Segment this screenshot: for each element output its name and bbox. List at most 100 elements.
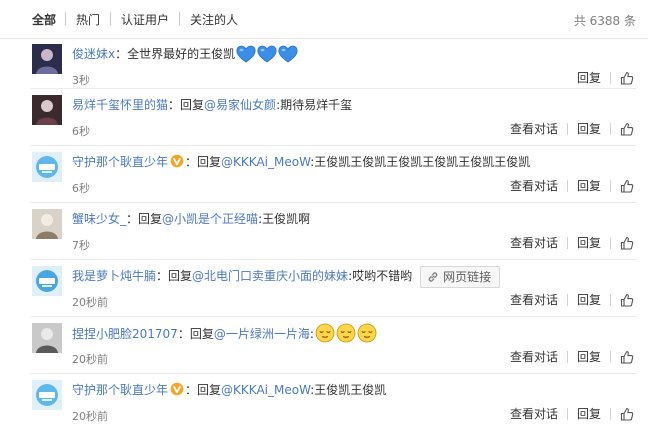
comment-text: 捏捏小肥脸201707：回复@一片绿洲一片海: xyxy=(72,323,377,343)
reply-button[interactable]: 回复 xyxy=(577,69,601,86)
avatar[interactable] xyxy=(32,44,62,74)
like-icon xyxy=(620,71,634,85)
tab-verified-users[interactable]: 认证用户 xyxy=(121,11,169,28)
colon: ： xyxy=(156,269,169,283)
reply-button[interactable]: 回复 xyxy=(577,405,601,422)
verified-badge-icon xyxy=(170,154,184,168)
view-conversation-button[interactable]: 查看对话 xyxy=(510,177,558,194)
comment-body: :哎哟不错哟 xyxy=(348,269,413,283)
avatar[interactable] xyxy=(32,209,62,239)
reply-button[interactable]: 回复 xyxy=(577,291,601,308)
mention-link[interactable]: @小凯是个正经喵 xyxy=(162,212,258,226)
blue-heart-icon xyxy=(257,45,277,63)
timestamp: 20秒前 xyxy=(72,410,108,423)
comment-body: : xyxy=(309,327,314,341)
action-divider xyxy=(610,407,611,420)
comment-text: 蟹味少女_：回复@小凯是个正经喵:王俊凯啊 xyxy=(72,209,310,229)
mention-link[interactable]: @北电门口卖重庆小面的妹妹 xyxy=(192,269,348,283)
like-button[interactable] xyxy=(620,178,634,193)
reply-button[interactable]: 回复 xyxy=(577,234,601,251)
username-link[interactable]: 守护那个耿直少年 xyxy=(72,383,168,397)
comment-body: 全世界最好的王俊凯 xyxy=(127,47,236,61)
comment-actions: 查看对话 回复 xyxy=(510,120,634,138)
action-divider xyxy=(566,236,568,249)
tab-divider xyxy=(110,12,111,25)
mention-link[interactable]: @易家仙女颜 xyxy=(204,98,276,112)
comment-actions: 查看对话 回复 xyxy=(510,234,634,252)
view-conversation-button[interactable]: 查看对话 xyxy=(510,120,558,137)
action-divider xyxy=(610,179,611,192)
avatar xyxy=(32,95,62,125)
comment-text: 我是萝卜炖牛腩：回复@北电门口卖重庆小面的妹妹:哎哟不错哟 网页链接 xyxy=(72,266,501,288)
tab-all[interactable]: 全部 xyxy=(32,11,56,28)
colon: ： xyxy=(115,47,128,61)
comment-body: :期待易烊千玺 xyxy=(276,98,353,112)
tab-following[interactable]: 关注的人 xyxy=(190,11,238,28)
comment-body: :王俊凯啊 xyxy=(258,212,311,226)
avatar[interactable] xyxy=(32,95,62,125)
like-icon xyxy=(620,179,634,193)
like-icon xyxy=(620,407,634,421)
comment-row: 俊迷妹x：全世界最好的王俊凯 3秒 回复 xyxy=(0,38,648,89)
action-divider xyxy=(566,350,568,363)
colon: ： xyxy=(168,98,181,112)
username-link[interactable]: 俊迷妹x xyxy=(72,47,115,61)
reply-button[interactable]: 回复 xyxy=(577,177,601,194)
tab-divider xyxy=(179,12,180,25)
reply-prefix: 回复 xyxy=(168,269,193,283)
action-divider xyxy=(610,236,611,249)
view-conversation-button[interactable]: 查看对话 xyxy=(510,405,558,422)
action-divider xyxy=(610,293,611,306)
avatar[interactable] xyxy=(32,152,62,182)
comment-body: :王俊凯王俊凯王俊凯王俊凯王俊凯王俊凯 xyxy=(310,155,531,169)
view-conversation-button[interactable]: 查看对话 xyxy=(510,291,558,308)
mention-link[interactable]: @KKKAi_MeoW xyxy=(221,155,310,169)
username-link[interactable]: 易烊千玺怀里的猫 xyxy=(72,98,168,112)
mention-link[interactable]: @一片绿洲一片海 xyxy=(214,327,310,341)
tab-divider xyxy=(65,12,66,25)
colon: ： xyxy=(177,327,190,341)
timestamp: 6秒 xyxy=(72,182,90,195)
avatar xyxy=(32,209,62,239)
view-conversation-button[interactable]: 查看对话 xyxy=(510,348,558,365)
comment-actions: 回复 xyxy=(577,69,634,87)
avatar[interactable] xyxy=(32,380,62,410)
reply-button[interactable]: 回复 xyxy=(577,120,601,137)
like-button[interactable] xyxy=(620,70,634,85)
avatar[interactable] xyxy=(32,323,62,353)
verified-badge-icon xyxy=(170,382,184,396)
timestamp: 3秒 xyxy=(72,74,90,87)
like-button[interactable] xyxy=(620,349,634,364)
reply-prefix: 回复 xyxy=(197,383,222,397)
comment-text: 守护那个耿直少年 ：回复@KKKAi_MeoW:王俊凯王俊凯 xyxy=(72,380,386,400)
like-button[interactable] xyxy=(620,292,634,307)
like-button[interactable] xyxy=(620,406,634,421)
comment-row: 守护那个耿直少年 ：回复@KKKAi_MeoW:王俊凯王俊凯 20秒前 查看对话 回复 xyxy=(0,374,648,431)
username-link[interactable]: 我是萝卜炖牛腩 xyxy=(72,269,156,283)
tab-hot[interactable]: 热门 xyxy=(76,11,100,28)
blue-heart-icon xyxy=(236,45,256,63)
colon: ： xyxy=(185,383,198,397)
like-button[interactable] xyxy=(620,235,634,250)
comment-row: 蟹味少女_：回复@小凯是个正经喵:王俊凯啊 7秒 查看对话 回复 xyxy=(0,203,648,260)
timestamp: 20秒前 xyxy=(72,353,108,366)
reply-button[interactable]: 回复 xyxy=(577,348,601,365)
avatar xyxy=(32,44,62,74)
username-link[interactable]: 守护那个耿直少年 xyxy=(72,155,168,169)
comment-text: 易烊千玺怀里的猫：回复@易家仙女颜:期待易烊千玺 xyxy=(72,95,352,115)
action-divider xyxy=(610,71,611,84)
username-link[interactable]: 捏捏小肥脸201707 xyxy=(72,327,178,341)
web-link-chip[interactable]: 网页链接 xyxy=(420,266,501,288)
avatar xyxy=(32,266,62,296)
action-divider xyxy=(566,122,568,135)
comment-actions: 查看对话 回复 xyxy=(510,405,634,423)
view-conversation-button[interactable]: 查看对话 xyxy=(510,234,558,251)
mention-link[interactable]: @KKKAi_MeoW xyxy=(221,383,310,397)
comment-row: 易烊千玺怀里的猫：回复@易家仙女颜:期待易烊千玺 6秒 查看对话 回复 xyxy=(0,89,648,146)
avatar[interactable] xyxy=(32,266,62,296)
username-link[interactable]: 蟹味少女_ xyxy=(72,212,126,226)
reply-prefix: 回复 xyxy=(189,327,214,341)
comment-actions: 查看对话 回复 xyxy=(510,177,634,195)
like-button[interactable] xyxy=(620,121,634,136)
timestamp: 20秒前 xyxy=(72,296,108,309)
